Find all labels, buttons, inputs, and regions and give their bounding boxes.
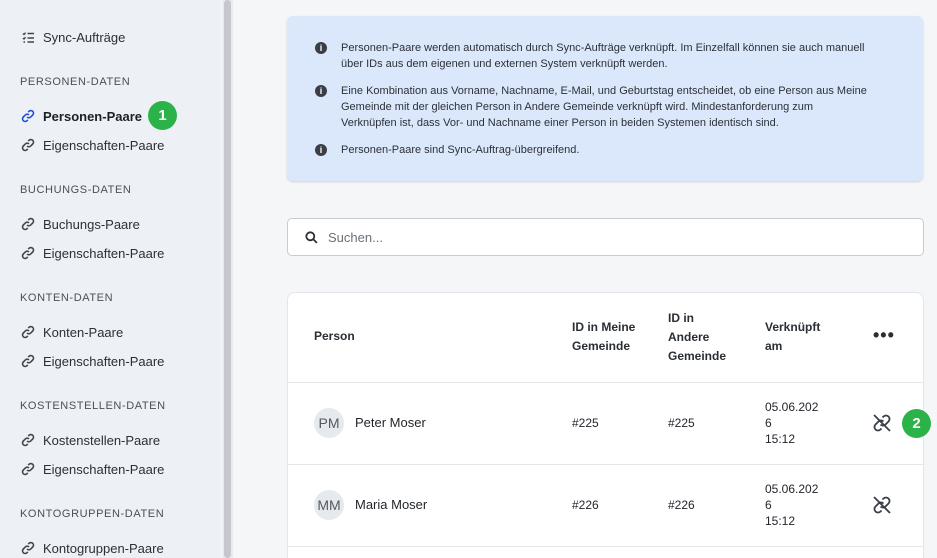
more-options-button[interactable]: •••: [873, 325, 895, 346]
header-line: Andere: [668, 330, 710, 344]
info-icon: i: [315, 85, 327, 97]
sidebar: Sync-Aufträge PERSONEN-DATEN Personen-Pa…: [0, 0, 221, 558]
column-header-id-meine[interactable]: ID in Meine Gemeinde: [572, 318, 635, 356]
info-item: i Personen-Paare sind Sync-Auftrag-überg…: [315, 142, 875, 158]
header-line: ID in: [668, 311, 694, 325]
link-icon: [20, 353, 36, 369]
sidebar-item-label: Konten-Paare: [43, 324, 124, 340]
id-meine-gemeinde: #226: [572, 498, 599, 512]
link-icon: [20, 137, 36, 153]
header-line: ID in Meine: [572, 320, 636, 334]
info-text: Personen-Paare werden automatisch durch …: [341, 42, 865, 54]
sidebar-item-label: Eigenschaften-Paare: [43, 461, 165, 477]
link-icon: [20, 245, 36, 261]
sidebar-item-label: Kostenstellen-Paare: [43, 432, 161, 448]
person-name: Maria Moser: [355, 497, 428, 512]
info-text: Gemeinde mit der gleichen Person in Ande…: [341, 101, 814, 113]
header-line: am: [765, 339, 783, 353]
column-header-verknuepft[interactable]: Verknüpft am: [765, 318, 820, 356]
date-line: 6: [765, 498, 772, 512]
info-item: i Eine Kombination aus Vorname, Nachname…: [315, 83, 875, 131]
sidebar-item-label: Personen-Paare: [43, 108, 142, 124]
header-line: Gemeinde: [572, 339, 631, 353]
sidebar-item-kostenstellen-eigenschaften[interactable]: Eigenschaften-Paare: [20, 460, 164, 478]
link-icon: [20, 324, 36, 340]
sidebar-item-label: Eigenschaften-Paare: [43, 353, 165, 369]
date-line: 6: [765, 416, 772, 430]
id-andere-gemeinde: #226: [668, 498, 695, 512]
unlink-button[interactable]: [870, 493, 894, 517]
section-title-kostenstellen: KOSTENSTELLEN-DATEN: [20, 400, 166, 412]
search-input[interactable]: [328, 229, 888, 245]
linked-date: 05.06.202 6 15:12: [765, 399, 818, 447]
column-header-person[interactable]: Person: [314, 327, 355, 346]
section-title-konten: KONTEN-DATEN: [20, 292, 114, 304]
list-check-icon: [20, 29, 36, 45]
row-divider: [288, 464, 923, 465]
scrollbar-thumb[interactable]: [224, 0, 231, 558]
info-icon: i: [315, 42, 327, 54]
avatar: PM: [314, 408, 344, 438]
section-title-buchungen: BUCHUNGS-DATEN: [20, 184, 132, 196]
sidebar-item-label: Eigenschaften-Paare: [43, 137, 165, 153]
section-title-kontogruppen: KONTOGRUPPEN-DATEN: [20, 508, 165, 520]
link-icon: [20, 432, 36, 448]
sidebar-item-label: Sync-Aufträge: [43, 29, 126, 45]
id-andere-gemeinde: #225: [668, 416, 695, 430]
info-box: i Personen-Paare werden automatisch durc…: [287, 16, 923, 181]
sidebar-item-buchungs-paare[interactable]: Buchungs-Paare: [20, 215, 140, 233]
sidebar-item-buchungs-eigenschaften[interactable]: Eigenschaften-Paare: [20, 244, 164, 262]
link-icon: [20, 540, 36, 556]
search-box[interactable]: [287, 218, 924, 256]
sidebar-item-label: Kontogruppen-Paare: [43, 540, 164, 556]
sidebar-item-konten-eigenschaften[interactable]: Eigenschaften-Paare: [20, 352, 164, 370]
info-text: Personen-Paare sind Sync-Auftrag-übergre…: [341, 144, 580, 156]
link-icon: [20, 216, 36, 232]
row-divider: [288, 546, 923, 547]
sidebar-item-kostenstellen-paare[interactable]: Kostenstellen-Paare: [20, 431, 160, 449]
linked-date: 05.06.202 6 15:12: [765, 481, 818, 529]
unlink-icon: [873, 414, 891, 432]
header-line: Gemeinde: [668, 349, 727, 363]
sidebar-scrollbar[interactable]: [222, 0, 233, 558]
sidebar-item-label: Eigenschaften-Paare: [43, 245, 165, 261]
person-name: Peter Moser: [355, 415, 426, 430]
info-icon: i: [315, 144, 327, 156]
unlink-icon: [873, 496, 891, 514]
info-item: i Personen-Paare werden automatisch durc…: [315, 40, 875, 72]
info-text: Eine Kombination aus Vorname, Nachname, …: [341, 85, 867, 97]
section-title-personen: PERSONEN-DATEN: [20, 76, 131, 88]
link-icon: [20, 108, 36, 124]
row-divider: [288, 382, 923, 383]
pairs-table: Person ID in Meine Gemeinde ID in Andere…: [287, 292, 924, 558]
date-line: 05.06.202: [765, 400, 819, 414]
column-header-id-andere[interactable]: ID in Andere Gemeinde: [668, 309, 726, 366]
time-line: 15:12: [765, 432, 796, 446]
sidebar-item-sync-jobs[interactable]: Sync-Aufträge: [20, 28, 125, 46]
link-icon: [20, 461, 36, 477]
annotation-badge-1: 1: [148, 101, 177, 130]
time-line: 15:12: [765, 514, 796, 528]
header-line: Verknüpft: [765, 320, 821, 334]
sidebar-item-konten-paare[interactable]: Konten-Paare: [20, 323, 123, 341]
search-icon: [296, 230, 326, 244]
sidebar-item-kontogruppen-paare[interactable]: Kontogruppen-Paare: [20, 539, 164, 557]
info-text: Verknüpfen ist, dass Vor- und Nachname e…: [341, 117, 779, 129]
sidebar-item-label: Buchungs-Paare: [43, 216, 140, 232]
sidebar-item-personen-eigenschaften[interactable]: Eigenschaften-Paare: [20, 136, 164, 154]
annotation-badge-2: 2: [902, 409, 931, 438]
sidebar-item-personen-paare[interactable]: Personen-Paare: [20, 107, 142, 125]
date-line: 05.06.202: [765, 482, 819, 496]
avatar: MM: [314, 490, 344, 520]
id-meine-gemeinde: #225: [572, 416, 599, 430]
info-text: über IDs aus dem eigenen und externen Sy…: [341, 58, 668, 70]
unlink-button[interactable]: [870, 411, 894, 435]
